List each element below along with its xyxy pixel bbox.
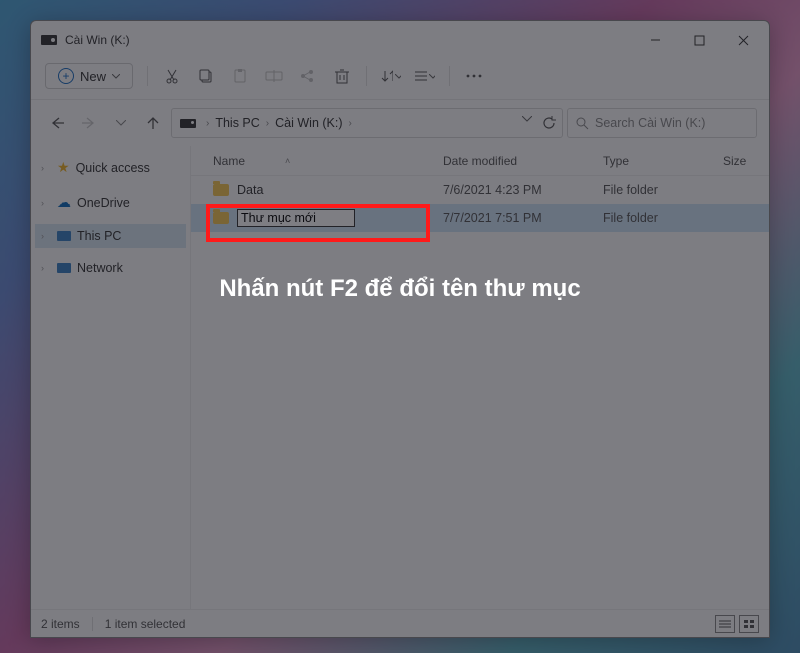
instruction-text: Nhấn nút F2 để đổi tên thư mục <box>0 275 800 303</box>
dim-overlay <box>0 0 800 653</box>
